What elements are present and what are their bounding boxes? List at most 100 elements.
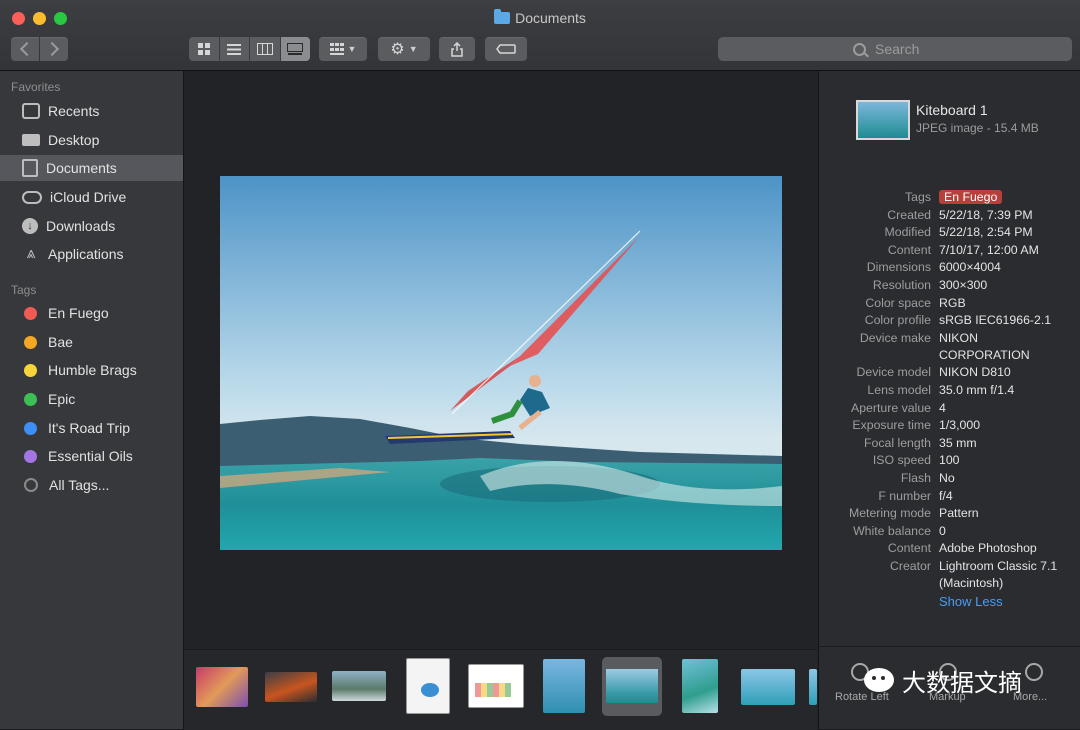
- metadata-value: Adobe Photoshop: [939, 540, 1079, 557]
- clock-icon: [22, 103, 40, 119]
- sidebar-tag-label: En Fuego: [48, 305, 109, 321]
- thumbnail[interactable]: [332, 671, 386, 701]
- window-title-text: Documents: [515, 10, 586, 26]
- share-icon: [451, 41, 463, 57]
- thumbnail[interactable]: [406, 658, 450, 714]
- gallery-view-button[interactable]: [280, 37, 310, 61]
- file-type: JPEG image - 15.4 MB: [916, 121, 1039, 135]
- metadata-key: Color space: [865, 295, 931, 310]
- thumbnail[interactable]: [196, 667, 248, 707]
- preview-image[interactable]: [220, 176, 782, 550]
- show-less-link[interactable]: Show Less: [939, 594, 1003, 609]
- forward-button[interactable]: [40, 37, 68, 61]
- metadata-key: Dimensions: [866, 260, 931, 275]
- thumbnail[interactable]: [265, 672, 317, 702]
- sidebar-tag-road-trip[interactable]: It's Road Trip: [0, 415, 183, 441]
- metadata-value-text: Lightroom Classic 7.1: [939, 558, 1058, 573]
- thumbnail-strip: [184, 649, 817, 730]
- sidebar-item-icloud-drive[interactable]: iCloud Drive: [0, 184, 183, 210]
- metadata-key: Tags: [905, 190, 931, 204]
- metadata-value-text: 4: [939, 400, 946, 415]
- sidebar-item-documents[interactable]: Documents: [0, 155, 183, 181]
- metadata-value: NIKON CORPORATION: [939, 330, 1079, 364]
- metadata-value: 300×300: [939, 277, 1079, 294]
- thumbnail[interactable]: [741, 669, 795, 705]
- red-tag-dot-icon: [24, 306, 37, 320]
- metadata-key: Created: [887, 207, 931, 222]
- metadata-value: No: [939, 470, 1079, 487]
- grid-icon: [197, 43, 210, 55]
- action-button[interactable]: ⚙ ▼: [378, 37, 430, 61]
- tag-value[interactable]: En Fuego: [939, 189, 1079, 206]
- metadata-key: Aperture value: [851, 400, 931, 415]
- back-button[interactable]: [11, 37, 39, 61]
- search-field[interactable]: [718, 37, 1072, 61]
- tags-heading: Tags: [11, 283, 37, 297]
- sidebar-item-label: Recents: [48, 103, 100, 119]
- metadata-key: Modified: [884, 225, 931, 240]
- file-name: Kiteboard 1: [916, 102, 988, 118]
- tag-pill[interactable]: En Fuego: [939, 190, 1003, 204]
- metadata-value-text: NIKON: [939, 330, 978, 345]
- metadata-key: Lens model: [867, 382, 931, 397]
- icon-view-button[interactable]: [189, 37, 220, 61]
- metadata-key: Device make: [859, 330, 931, 345]
- metadata-value-text: f/4: [939, 488, 953, 503]
- thumbnail[interactable]: [543, 659, 585, 713]
- sidebar-all-tags[interactable]: All Tags...: [0, 472, 183, 498]
- desktop-icon: [22, 134, 40, 146]
- sidebar: Favorites Recents Desktop Documents iClo…: [0, 71, 184, 729]
- green-tag-dot-icon: [24, 392, 37, 406]
- tag-button[interactable]: [485, 37, 527, 61]
- sidebar-tag-essential-oils[interactable]: Essential Oils: [0, 443, 183, 469]
- favorites-heading: Favorites: [11, 80, 61, 94]
- documents-icon: [22, 159, 38, 177]
- metadata-key: Content: [887, 541, 931, 556]
- column-view-button[interactable]: [250, 37, 281, 61]
- metadata-value: NIKON D810: [939, 364, 1079, 381]
- thumbnail[interactable]: [468, 664, 524, 708]
- list-view-button[interactable]: [219, 37, 250, 61]
- all-tags-icon: [24, 478, 38, 492]
- sidebar-tag-label: Bae: [48, 334, 73, 350]
- metadata-key: Metering mode: [848, 506, 931, 521]
- more-icon[interactable]: [1025, 663, 1043, 681]
- metadata-key: F number: [878, 488, 931, 503]
- metadata-value-text: 0: [939, 523, 946, 538]
- tag-icon: [496, 44, 516, 54]
- watermark: 大数据文摘: [864, 662, 1022, 698]
- share-button[interactable]: [439, 37, 475, 61]
- search-input[interactable]: [873, 40, 937, 58]
- view-mode-selector: [189, 37, 310, 61]
- inspector-panel: Kiteboard 1 JPEG image - 15.4 MB Tags En …: [818, 71, 1080, 729]
- metadata-value: 5/22/18, 2:54 PM: [939, 224, 1079, 241]
- sidebar-item-applications[interactable]: ⩓ Applications: [0, 241, 183, 267]
- sidebar-tag-bae[interactable]: Bae: [0, 329, 183, 355]
- sidebar-tag-en-fuego[interactable]: En Fuego: [0, 300, 183, 326]
- chevron-left-icon: [19, 41, 35, 57]
- sidebar-item-downloads[interactable]: ↓ Downloads: [0, 213, 183, 239]
- sidebar-item-desktop[interactable]: Desktop: [0, 127, 183, 153]
- sidebar-tag-humble-brags[interactable]: Humble Brags: [0, 357, 183, 383]
- thumbnail[interactable]: [682, 659, 718, 713]
- thumbnail-selected-frame[interactable]: [602, 657, 662, 716]
- metadata-value: 35 mm: [939, 435, 1079, 452]
- columns-icon: [256, 43, 273, 55]
- sidebar-item-label: Downloads: [46, 218, 116, 234]
- search-icon: [853, 42, 866, 56]
- metadata-value: Lightroom Classic 7.1 (Macintosh): [939, 558, 1079, 592]
- sidebar-tag-epic[interactable]: Epic: [0, 386, 183, 412]
- file-thumbnail: [856, 100, 910, 140]
- metadata-value: 5/22/18, 7:39 PM: [939, 207, 1079, 224]
- sidebar-item-recents[interactable]: Recents: [0, 98, 183, 124]
- thumbnail-selected: [606, 669, 658, 703]
- thumbnail-graphic: [475, 683, 511, 697]
- metadata-key: Flash: [900, 470, 931, 485]
- metadata-value-text: 6000×4004: [939, 260, 1001, 275]
- metadata-value: 7/10/17, 12:00 AM: [939, 242, 1079, 259]
- applications-icon: ⩓: [26, 245, 36, 262]
- group-button[interactable]: ▼: [319, 37, 367, 61]
- finder-window: Documents ▼ ⚙ ▼ Search Favorites Recents…: [0, 0, 1080, 730]
- thumbnail[interactable]: [809, 669, 817, 705]
- file-thumbnail-image: [858, 102, 908, 138]
